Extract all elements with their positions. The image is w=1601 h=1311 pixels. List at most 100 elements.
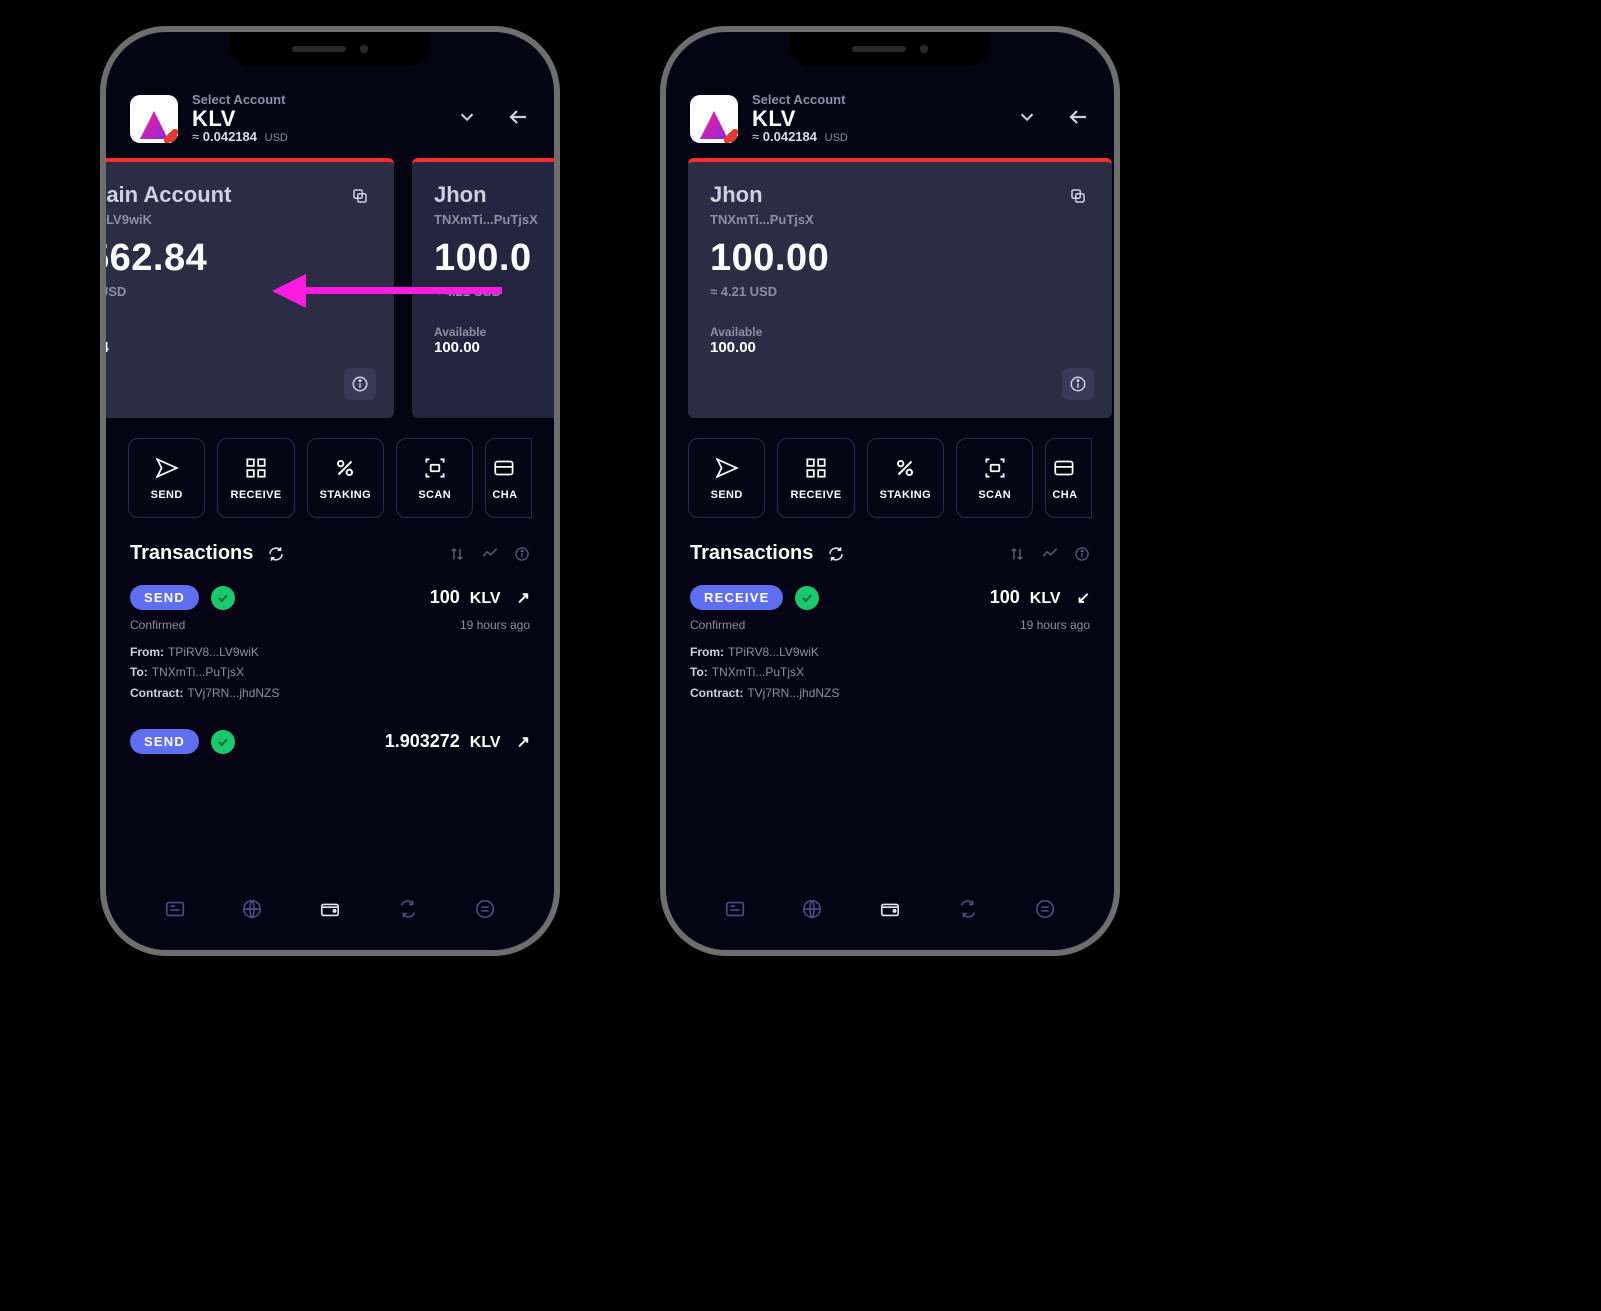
account-balance-usd: ≈ 4.21 USD (434, 284, 554, 299)
info-icon[interactable] (1062, 368, 1094, 400)
transaction-type-pill: SEND (130, 729, 199, 754)
status-ok-icon (211, 730, 235, 754)
account-card-jhon[interactable]: Jhon TNXmTi...PuTjsX 100.00 ≈ 4.21 USD A… (688, 158, 1112, 418)
copy-address-icon[interactable] (344, 180, 376, 212)
info-icon[interactable] (344, 368, 376, 400)
nav-menu-icon[interactable] (1034, 898, 1056, 925)
transaction-meta: From:TPiRV8...LV9wiK To:TNXmTi...PuTjsX … (690, 642, 1090, 703)
transaction-item[interactable]: SEND 1.903272 KLV ↗ (106, 719, 554, 770)
header-price: ≈ 0.042184 USD (192, 130, 442, 145)
available-label: Available (434, 325, 554, 339)
header: Select Account KLV ≈ 0.042184 USD (666, 80, 1114, 158)
nav-globe-icon[interactable] (241, 898, 263, 925)
available-label: Available (710, 325, 1090, 339)
chart-icon[interactable] (480, 545, 500, 563)
nav-news-icon[interactable] (164, 898, 186, 925)
account-address: 8...LV9wiK (106, 212, 372, 227)
account-balance-usd: 2 USD (106, 284, 372, 299)
send-button[interactable]: SEND (688, 438, 765, 518)
nav-wallet-icon[interactable] (319, 898, 341, 925)
arrow-in-icon: ↙ (1077, 588, 1090, 608)
header: Select Account KLV ≈ 0.042184 USD (106, 80, 554, 158)
nav-swap-icon[interactable] (397, 898, 419, 925)
transaction-meta: From:TPiRV8...LV9wiK To:TNXmTi...PuTjsX … (130, 642, 530, 703)
account-cards[interactable]: Jhon TNXmTi...PuTjsX 100.00 ≈ 4.21 USD A… (666, 158, 1114, 418)
receive-button[interactable]: RECEIVE (777, 438, 854, 518)
transaction-amount: 100 KLV ↙ (990, 587, 1090, 608)
copy-address-icon[interactable] (1062, 180, 1094, 212)
transaction-time: 19 hours ago (460, 618, 530, 632)
bottom-nav (106, 886, 554, 936)
header-price: ≈ 0.042184 USD (752, 130, 1002, 145)
account-balance-usd: ≈ 4.21 USD (710, 284, 1090, 299)
header-symbol: KLV (192, 107, 442, 130)
nav-swap-icon[interactable] (957, 898, 979, 925)
status-ok-icon (211, 586, 235, 610)
header-symbol: KLV (752, 107, 1002, 130)
account-name: Main Account (106, 182, 372, 208)
staking-button[interactable]: STAKING (307, 438, 384, 518)
back-icon[interactable] (506, 105, 530, 134)
charge-button-partial[interactable]: CHA (485, 438, 532, 518)
arrow-out-icon: ↗ (517, 588, 530, 608)
account-address: TNXmTi...PuTjsX (710, 212, 1090, 227)
transaction-amount: 100 KLV ↗ (430, 587, 530, 608)
account-name: Jhon (434, 182, 554, 208)
account-balance: 100.00 (710, 237, 1090, 280)
account-balance: 100.0 (434, 237, 554, 280)
available-value: 100.00 (710, 339, 1090, 356)
transaction-status: Confirmed (690, 618, 745, 632)
nav-globe-icon[interactable] (801, 898, 823, 925)
back-icon[interactable] (1066, 105, 1090, 134)
nav-news-icon[interactable] (724, 898, 746, 925)
transactions-title: Transactions (130, 542, 253, 565)
nav-wallet-icon[interactable] (879, 898, 901, 925)
receive-button[interactable]: RECEIVE (217, 438, 294, 518)
transaction-time: 19 hours ago (1020, 618, 1090, 632)
charge-button-partial[interactable]: CHA (1045, 438, 1092, 518)
transactions-header: Transactions (106, 518, 554, 575)
transaction-status: Confirmed (130, 618, 185, 632)
send-button[interactable]: SEND (128, 438, 205, 518)
bottom-nav (666, 886, 1114, 936)
scan-button[interactable]: SCAN (396, 438, 473, 518)
select-account-label: Select Account (752, 93, 1002, 107)
chart-icon[interactable] (1040, 545, 1060, 563)
transaction-type-pill: SEND (130, 585, 199, 610)
transaction-amount: 1.903272 KLV ↗ (385, 731, 530, 752)
available-label: le (106, 325, 372, 339)
sort-icon[interactable] (448, 545, 466, 563)
actions-row: SEND RECEIVE STAKING SCAN CHA (106, 418, 554, 518)
phone-left: Select Account KLV ≈ 0.042184 USD (100, 26, 560, 956)
nav-menu-icon[interactable] (474, 898, 496, 925)
arrow-out-icon: ↗ (517, 732, 530, 752)
sort-icon[interactable] (1008, 545, 1026, 563)
staking-button[interactable]: STAKING (867, 438, 944, 518)
actions-row: SEND RECEIVE STAKING SCAN CHA (666, 418, 1114, 518)
account-card-jhon-peek[interactable]: Jhon TNXmTi...PuTjsX 100.0 ≈ 4.21 USD Av… (412, 158, 554, 418)
app-icon[interactable] (130, 95, 178, 143)
refresh-icon[interactable] (827, 545, 845, 563)
account-balance: 562.84 (106, 237, 372, 280)
transactions-header: Transactions (666, 518, 1114, 575)
scan-button[interactable]: SCAN (956, 438, 1033, 518)
account-name: Jhon (710, 182, 1090, 208)
transaction-item[interactable]: RECEIVE 100 KLV ↙ Confirmed 19 hours ago… (666, 575, 1114, 719)
account-dropdown-icon[interactable] (1016, 106, 1038, 133)
available-value: 100.00 (434, 339, 554, 356)
refresh-icon[interactable] (267, 545, 285, 563)
select-account-label: Select Account (192, 93, 442, 107)
app-icon[interactable] (690, 95, 738, 143)
phone-right: Select Account KLV ≈ 0.042184 USD Jhon (660, 26, 1120, 956)
transaction-type-pill: RECEIVE (690, 585, 783, 610)
transactions-title: Transactions (690, 542, 813, 565)
transaction-item[interactable]: SEND 100 KLV ↗ Confirmed 19 hours ago Fr… (106, 575, 554, 719)
account-card-main[interactable]: Main Account 8...LV9wiK 562.84 2 USD le … (106, 158, 394, 418)
available-value: .84 (106, 339, 372, 356)
info-small-icon[interactable] (1074, 546, 1090, 562)
account-cards[interactable]: Main Account 8...LV9wiK 562.84 2 USD le … (106, 158, 554, 418)
account-address: TNXmTi...PuTjsX (434, 212, 554, 227)
account-dropdown-icon[interactable] (456, 106, 478, 133)
info-small-icon[interactable] (514, 546, 530, 562)
status-ok-icon (795, 586, 819, 610)
